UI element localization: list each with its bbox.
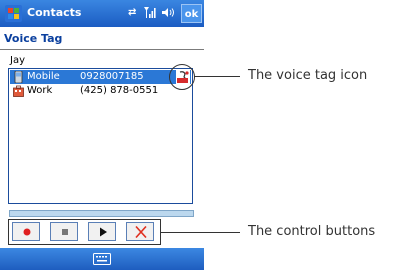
signal-icon[interactable] bbox=[144, 7, 156, 21]
keyboard-icon[interactable] bbox=[93, 253, 111, 265]
divider bbox=[0, 49, 204, 50]
phone-type-label: Mobile bbox=[27, 71, 60, 82]
callout-line bbox=[161, 232, 240, 233]
ok-button[interactable]: ok bbox=[181, 4, 202, 23]
voice-tag-callout: The voice tag icon bbox=[248, 68, 368, 83]
contact-name: Jay bbox=[10, 55, 25, 66]
work-phone-icon bbox=[13, 85, 24, 97]
phone-number: (425) 878-0551 bbox=[80, 85, 159, 96]
callout-line bbox=[194, 76, 240, 77]
start-menu-icon[interactable] bbox=[5, 5, 22, 22]
control-buttons-callout: The control buttons bbox=[248, 224, 376, 239]
mobile-phone-icon bbox=[14, 71, 23, 83]
phone-number: 0928007185 bbox=[80, 71, 144, 82]
control-buttons-highlight bbox=[8, 219, 161, 245]
app-title: Contacts bbox=[27, 6, 82, 19]
phone-type-label: Work bbox=[27, 85, 53, 96]
voice-tag-highlight bbox=[169, 64, 195, 90]
volume-icon[interactable] bbox=[162, 7, 176, 21]
bottom-menu-bar bbox=[0, 248, 204, 270]
page-heading: Voice Tag bbox=[4, 32, 63, 45]
phone-list[interactable]: Mobile 0928007185 Work (425) 878-0551 bbox=[8, 68, 193, 204]
phone-row-work[interactable]: Work (425) 878-0551 bbox=[10, 84, 191, 98]
title-bar: Contacts ⇄ ok bbox=[0, 0, 204, 27]
phone-row-mobile[interactable]: Mobile 0928007185 bbox=[10, 70, 191, 84]
recording-progress-bar bbox=[9, 210, 194, 217]
connectivity-icon[interactable]: ⇄ bbox=[128, 7, 136, 18]
